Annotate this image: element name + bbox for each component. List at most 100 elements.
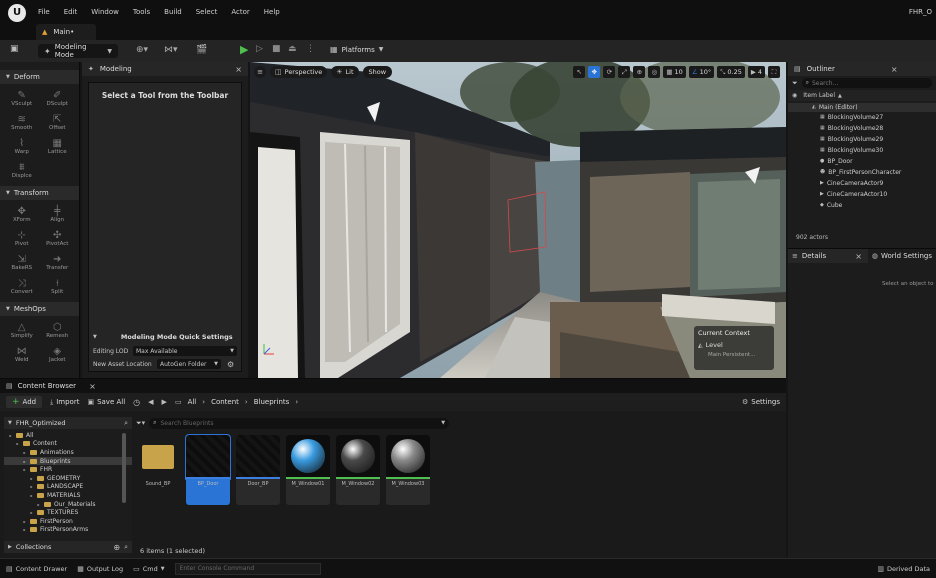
hamburger-menu-icon[interactable]: ≡ xyxy=(254,66,266,78)
close-icon[interactable]: × xyxy=(855,252,862,261)
expand-arrow-icon[interactable]: ▸ xyxy=(22,527,27,532)
expand-arrow-icon[interactable]: ▸ xyxy=(8,433,13,438)
tool-weld[interactable]: ⋈ Weld xyxy=(4,346,40,364)
level-tab-main[interactable]: ▲ Main• xyxy=(36,24,96,40)
section-meshops[interactable]: ▼ MeshOps xyxy=(0,302,79,316)
asset-tile[interactable]: Door_BP xyxy=(236,435,280,505)
derived-data-button[interactable]: ▥ Derived Data xyxy=(877,565,930,573)
menu-help[interactable]: Help xyxy=(264,8,280,16)
expand-arrow-icon[interactable]: ▸ xyxy=(22,467,27,472)
asset-tile[interactable]: Sound_BP xyxy=(136,435,180,505)
folder-tree-item[interactable]: ▸ Animations xyxy=(4,448,132,457)
visibility-eye-icon[interactable]: ◉ xyxy=(792,92,797,99)
folder-tree-item[interactable]: ▸ Blueprints xyxy=(4,456,132,466)
surface-snap-icon[interactable]: ◎ xyxy=(648,66,661,78)
tool-transfer[interactable]: ➜ Transfer xyxy=(40,254,76,272)
expand-arrow-icon[interactable]: ▸ xyxy=(15,441,20,446)
asset-tile[interactable]: BP_Door xyxy=(185,434,231,505)
tool-displace[interactable]: ⩩ Displce xyxy=(4,162,40,180)
save-icon[interactable]: ▣ xyxy=(10,44,19,54)
folder-tree-item[interactable]: ▸ All xyxy=(4,431,132,440)
play-icon[interactable]: ▶ xyxy=(240,43,248,56)
expand-arrow-icon[interactable]: ▸ xyxy=(36,502,41,507)
folder-tree-item[interactable]: ▸ MATERIALS xyxy=(4,491,132,500)
history-back-icon[interactable]: ◷ xyxy=(133,398,140,407)
expand-arrow-icon[interactable]: ▸ xyxy=(22,450,27,455)
tool-split[interactable]: ⟊ Split xyxy=(40,278,76,296)
content-browser-tab[interactable]: ▤ Content Browser × xyxy=(0,379,786,393)
outliner-item[interactable]: ▶ CineCameraActor9 xyxy=(788,178,936,189)
tool-lattice[interactable]: ▦ Lattice xyxy=(40,138,76,156)
outliner-item[interactable]: ◆ Cube xyxy=(788,200,936,211)
output-log-button[interactable]: ▦ Output Log xyxy=(77,565,123,573)
menu-edit[interactable]: Edit xyxy=(64,8,78,16)
outliner-item[interactable]: ▦ BlockingVolume28 xyxy=(788,123,936,134)
breadcrumb-item[interactable]: All xyxy=(188,398,197,406)
folder-tree-item[interactable]: ▸ FHR xyxy=(4,465,132,474)
folder-tree-item[interactable]: ▸ LANDSCAPE xyxy=(4,483,132,492)
back-arrow-icon[interactable]: ◀ xyxy=(148,398,153,406)
move-gizmo-icon[interactable]: ✥ xyxy=(588,66,601,78)
breadcrumb-item[interactable]: Content xyxy=(211,398,239,406)
outliner-item[interactable]: ▦ BlockingVolume27 xyxy=(788,112,936,123)
section-transform[interactable]: ▼ Transform xyxy=(0,186,79,200)
outliner-search-input[interactable]: ⌕ Search... xyxy=(801,78,932,88)
folder-tree-item[interactable]: ▸ Content xyxy=(4,440,132,449)
cmd-selector[interactable]: ▭ Cmd ▼ xyxy=(133,565,164,573)
outliner-item[interactable]: ● BP_Door xyxy=(788,156,936,167)
scale-gizmo-icon[interactable]: ⤢ xyxy=(618,66,631,78)
mode-selector[interactable]: ✦ Modeling Mode ▼ xyxy=(38,43,118,59)
menu-file[interactable]: File xyxy=(38,8,50,16)
expand-arrow-icon[interactable]: ▸ xyxy=(29,484,34,489)
editing-lod-select[interactable]: Max Available ▼ xyxy=(133,346,237,356)
asset-tile[interactable]: M_Window01 xyxy=(286,435,330,505)
console-input[interactable]: Enter Console Command xyxy=(174,562,321,575)
tool-pivotact[interactable]: ✣ PivotAct xyxy=(40,230,76,248)
close-icon[interactable]: × xyxy=(235,65,242,74)
unreal-logo-icon[interactable]: U xyxy=(8,4,26,22)
select-mode-icon[interactable]: ↖ xyxy=(573,66,586,78)
outliner-item[interactable]: ▦ BlockingVolume29 xyxy=(788,134,936,145)
tool-simplify[interactable]: △ Simplify xyxy=(4,322,40,340)
grid-snap-button[interactable]: ▦ 10 xyxy=(663,66,686,78)
tool-smooth[interactable]: ≋ Smooth xyxy=(4,114,40,132)
breadcrumb-item[interactable]: Blueprints xyxy=(254,398,290,406)
add-button[interactable]: + Add xyxy=(6,396,43,408)
modeling-tab[interactable]: ✦ Modeling × xyxy=(82,62,248,76)
camera-speed-button[interactable]: ▶ 4 xyxy=(747,66,765,78)
search-icon[interactable]: ⌕ xyxy=(124,419,128,428)
expand-arrow-icon[interactable]: ▸ xyxy=(29,493,34,498)
details-tab[interactable]: ≡ Details × xyxy=(788,252,862,261)
forward-arrow-icon[interactable]: ▶ xyxy=(162,398,167,406)
close-icon[interactable]: × xyxy=(891,65,898,74)
pause-icon[interactable]: ▷ xyxy=(256,44,263,54)
folder-tree-item[interactable]: ▸ FirstPersonArms xyxy=(4,526,132,535)
tool-jacket[interactable]: ◈ Jacket xyxy=(40,346,76,364)
rotate-gizmo-icon[interactable]: ⟳ xyxy=(603,66,616,78)
content-drawer-button[interactable]: ▤ Content Drawer xyxy=(6,565,67,573)
eject-icon[interactable]: ⏏ xyxy=(288,44,297,54)
expand-arrow-icon[interactable]: ▸ xyxy=(22,459,27,464)
asset-tile[interactable]: M_Window02 xyxy=(336,435,380,505)
filter-icon[interactable]: ⏷ xyxy=(792,79,798,88)
perspective-button[interactable]: ◫ Perspective xyxy=(270,66,328,78)
stop-icon[interactable]: ■ xyxy=(272,44,281,54)
import-button[interactable]: ⤓ Import xyxy=(50,398,79,407)
item-label-column[interactable]: Item Label xyxy=(803,92,835,99)
close-icon[interactable]: × xyxy=(89,382,96,391)
tool-bakers[interactable]: ⇲ BakeRS xyxy=(4,254,40,272)
outliner-root[interactable]: ◭ Main (Editor) xyxy=(788,103,936,112)
section-deform[interactable]: ▼ Deform xyxy=(0,70,79,84)
expand-arrow-icon[interactable]: ▸ xyxy=(29,476,34,481)
outliner-item[interactable]: ▦ BlockingVolume30 xyxy=(788,145,936,156)
expand-arrow-icon[interactable]: ▸ xyxy=(22,519,27,524)
maximize-viewport-icon[interactable]: ⛶ xyxy=(768,66,780,78)
blueprint-icon[interactable]: ⋈▾ xyxy=(164,45,178,55)
settings-gear-icon[interactable]: ⚙ xyxy=(227,360,234,369)
add-actor-icon[interactable]: ⊕▾ xyxy=(136,45,148,55)
save-all-button[interactable]: ▣ Save All xyxy=(87,398,125,406)
show-button[interactable]: Show xyxy=(362,66,393,78)
world-space-icon[interactable]: ⊕ xyxy=(633,66,646,78)
level-viewport[interactable]: ≡ ◫ Perspective ☀ Lit Show ↖ ✥ ⟳ ⤢ ⊕ ◎ ▦… xyxy=(250,62,786,378)
tool-offset[interactable]: ⇱ Offset xyxy=(40,114,76,132)
